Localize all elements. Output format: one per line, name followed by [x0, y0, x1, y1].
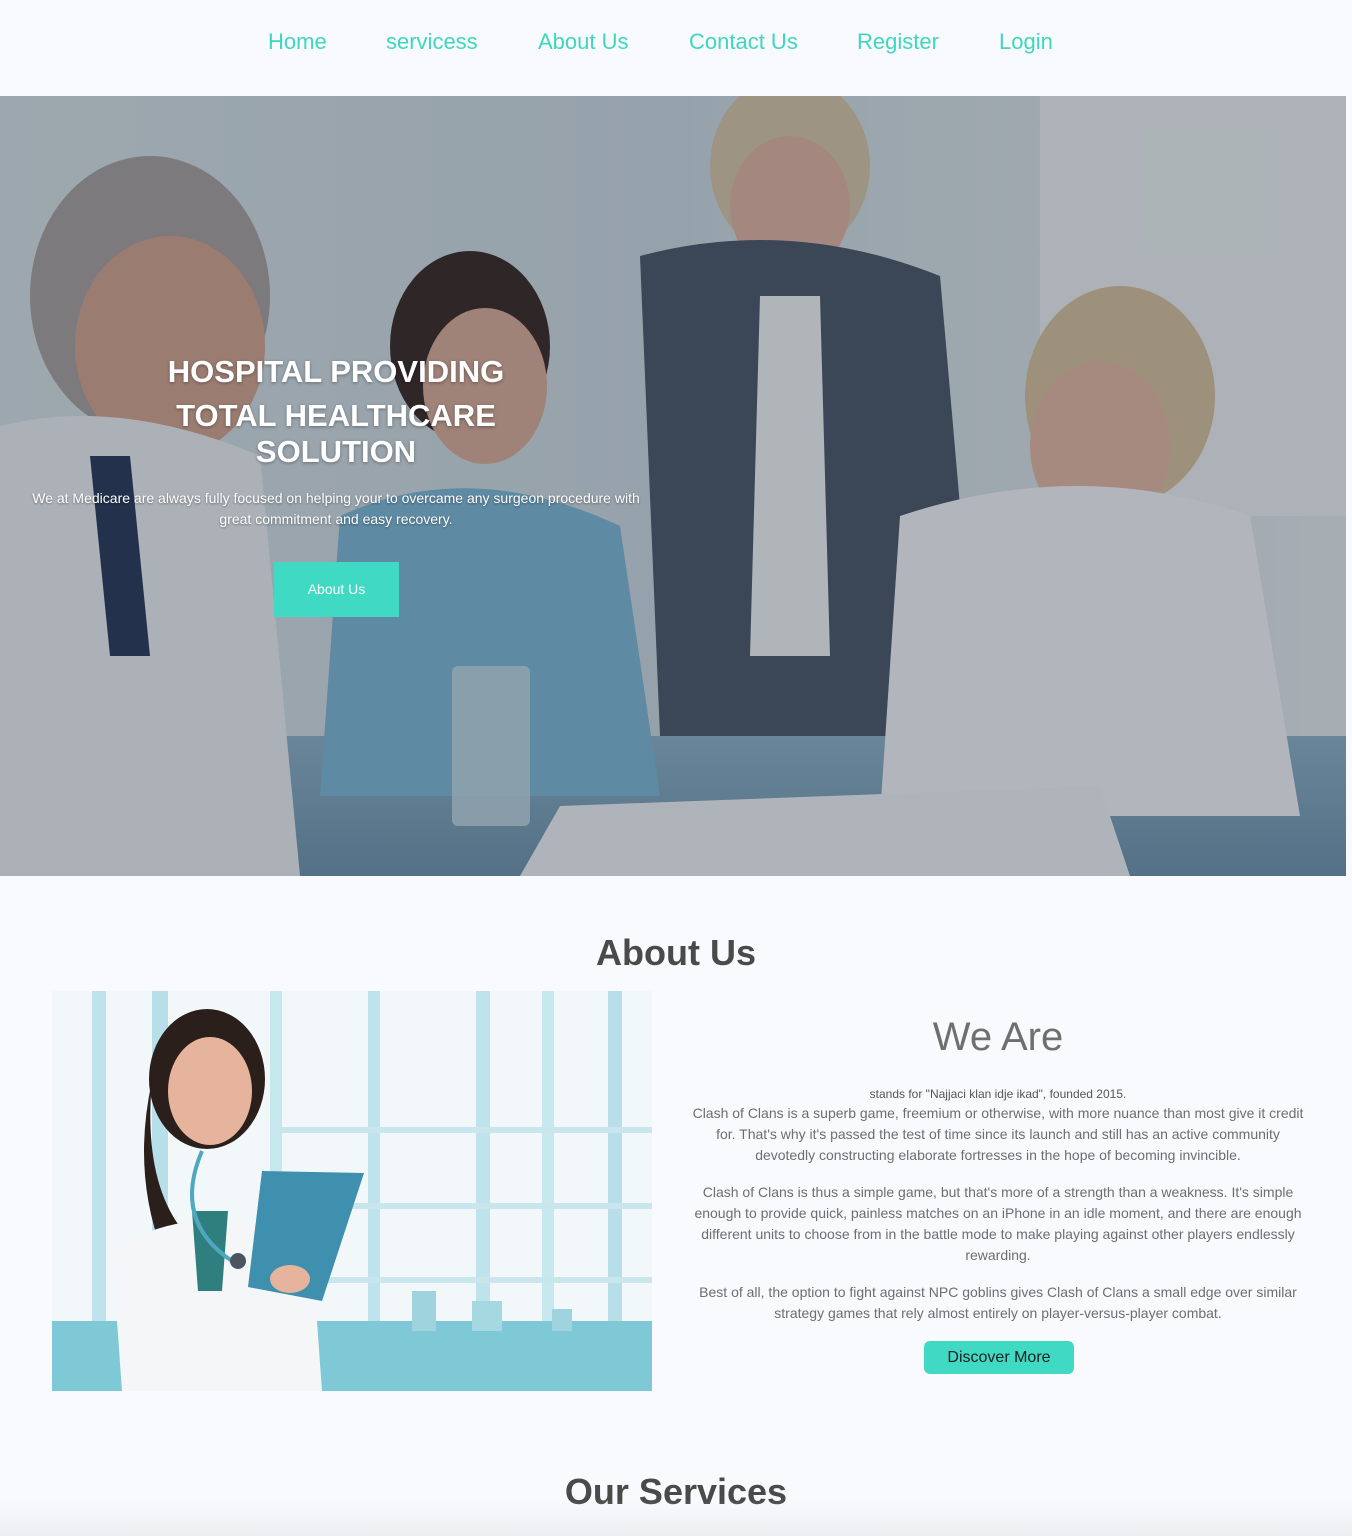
- top-navigation: Home servicess About Us Contact Us Regis…: [0, 0, 1352, 96]
- hero-banner: HOSPITAL PROVIDING TOTAL HEALTHCARE SOLU…: [0, 96, 1346, 876]
- nav-about-link[interactable]: About Us: [538, 29, 629, 55]
- nav-contact-link[interactable]: Contact Us: [689, 29, 798, 55]
- we-are-heading: We Are: [932, 1015, 1064, 1059]
- hero-description: We at Medicare are always fully focused …: [32, 490, 640, 527]
- nav-register-link[interactable]: Register: [857, 29, 939, 55]
- about-section-heading: About Us: [596, 932, 756, 973]
- about-paragraph-1: Clash of Clans is a superb game, freemiu…: [692, 1105, 1304, 1163]
- hero-title-line-3: SOLUTION: [255, 434, 417, 469]
- hero-title-line-1: HOSPITAL PROVIDING: [167, 354, 505, 389]
- bottom-shadow: [0, 1500, 1352, 1536]
- discover-more-button[interactable]: Discover More: [924, 1341, 1074, 1374]
- hero-title-line-2: TOTAL HEALTHCARE: [176, 398, 496, 433]
- doctor-illustration: [52, 991, 652, 1391]
- nav-home-link[interactable]: Home: [268, 29, 327, 55]
- about-tagline: stands for "Najjaci klan idje ikad", fou…: [869, 1087, 1127, 1101]
- about-paragraph-3: Best of all, the option to fight against…: [699, 1284, 1297, 1321]
- doctor-image: [52, 991, 652, 1391]
- nav-login-link[interactable]: Login: [999, 29, 1053, 55]
- about-paragraph-2: Clash of Clans is thus a simple game, bu…: [694, 1184, 1302, 1263]
- nav-services-link[interactable]: servicess: [386, 29, 478, 55]
- hero-dark-overlay: [0, 96, 1346, 876]
- hero-about-us-button[interactable]: About Us: [274, 562, 399, 617]
